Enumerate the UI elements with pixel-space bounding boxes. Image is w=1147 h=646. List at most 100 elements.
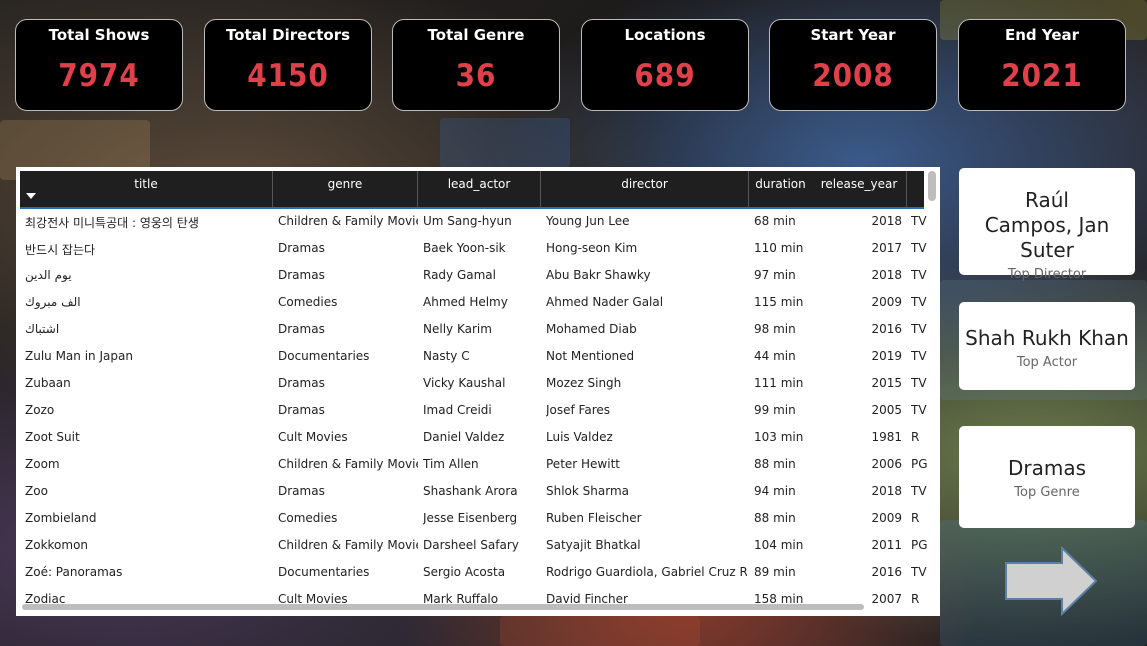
table-row[interactable]: Zozo Dramas Imad Creidi Josef Fares 99 min 20…: [20, 397, 927, 424]
table-row[interactable]: Zoom Children & Family Movies Tim Allen Pet…: [20, 451, 928, 478]
cell-release-year: 2007: [871, 592, 902, 606]
cell-lead-actor: Shashank Arora: [423, 484, 518, 498]
cell-lead-actor: Sergio Acosta: [423, 565, 506, 579]
cell-duration: 68 min: [754, 214, 796, 228]
cell-director: Mohamed Diab: [546, 322, 637, 336]
top-actor-card: Shah Rukh Khan Top Actor: [959, 302, 1135, 390]
cell-lead-actor: Um Sang-hyun: [423, 214, 512, 228]
table-header: title genre lead_actor director duration…: [20, 171, 924, 209]
cell-duration: 89 min: [754, 565, 796, 579]
table-body: 최강전사 미니특공대 : 영웅의 탄생 Children & Family Mov…: [20, 208, 928, 613]
cell-lead-actor: Jesse Eisenberg: [423, 511, 518, 525]
background-poster: [440, 118, 570, 168]
cell-lead-actor: Baek Yoon-sik: [423, 241, 506, 255]
cell-genre: Comedies: [278, 511, 338, 525]
cell-duration: 115 min: [754, 295, 804, 309]
kpi-label: End Year: [1004, 26, 1080, 44]
cell-genre: Documentaries: [278, 565, 370, 579]
cell-title: 최강전사 미니특공대 : 영웅의 탄생: [25, 216, 199, 230]
cell-title: يوم الدين: [25, 268, 72, 282]
table-row[interactable]: Zubaan Dramas Vicky Kaushal Mozez Singh 111 …: [20, 370, 927, 397]
cell-genre: Dramas: [278, 484, 325, 498]
kpi-label: Start Year: [810, 26, 896, 44]
table-row[interactable]: Zoot Suit Cult Movies Daniel Valdez Luis Va…: [20, 424, 924, 451]
cell-lead-actor: Ahmed Helmy: [423, 295, 508, 309]
cell-release-year: 2009: [871, 511, 902, 525]
column-header-release-year[interactable]: release_year: [812, 171, 907, 207]
cell-title: Zombieland: [25, 511, 97, 525]
kpi-total-genre: Total Genre 36: [392, 19, 560, 111]
column-header-label: title: [134, 177, 158, 191]
cell-lead-actor: Imad Creidi: [423, 403, 492, 417]
kpi-value: 2008: [812, 58, 894, 94]
cell-release-year: 2018: [871, 484, 902, 498]
sort-descending-icon[interactable]: [26, 193, 36, 199]
column-header-title[interactable]: title: [20, 171, 273, 207]
table-row[interactable]: Zulu Man in Japan Documentaries Nasty C Not…: [20, 343, 927, 370]
table-row[interactable]: اشتباك Dramas Nelly Karim Mohamed Diab 98 mi…: [20, 316, 927, 343]
table-row[interactable]: يوم الدين Dramas Rady Gamal Abu Bakr Shawky…: [20, 262, 927, 289]
shows-table: title genre lead_actor director duration…: [16, 167, 940, 616]
top-genre-value: Dramas: [1007, 456, 1087, 480]
cell-genre: Comedies: [278, 295, 338, 309]
cell-duration: 97 min: [754, 268, 796, 282]
kpi-label: Total Shows: [48, 26, 150, 44]
cell-title: 반드시 잡는다: [25, 243, 96, 257]
column-header-lead-actor[interactable]: lead_actor: [418, 171, 541, 207]
cell-title: Zoé: Panoramas: [25, 565, 123, 579]
cell-genre: Dramas: [278, 268, 325, 282]
cell-rating: R: [911, 511, 920, 525]
table-row[interactable]: Zokkomon Children & Family Movies Darsheel…: [20, 532, 928, 559]
cell-title: Zozo: [25, 403, 55, 417]
cell-duration: 111 min: [754, 376, 804, 390]
kpi-start-year: Start Year 2008: [769, 19, 937, 111]
column-header-director[interactable]: director: [541, 171, 749, 207]
vertical-scrollbar[interactable]: [928, 171, 936, 201]
kpi-value: 36: [455, 58, 497, 94]
cell-lead-actor: Darsheel Safary: [423, 538, 519, 552]
column-header-duration[interactable]: duration: [749, 171, 812, 207]
cell-title: Zokkomon: [25, 538, 89, 552]
cell-director: Mozez Singh: [546, 376, 622, 390]
cell-duration: 110 min: [754, 241, 804, 255]
cell-rating: TV: [911, 322, 927, 336]
cell-duration: 98 min: [754, 322, 796, 336]
kpi-value: 689: [634, 58, 696, 94]
table-row[interactable]: Zoé: Panoramas Documentaries Sergio Acosta…: [20, 559, 927, 586]
cell-duration: 104 min: [754, 538, 804, 552]
cell-genre: Documentaries: [278, 349, 370, 363]
kpi-value: 7974: [58, 58, 140, 94]
kpi-locations: Locations 689: [581, 19, 749, 111]
column-header-label: duration: [755, 177, 806, 191]
cell-director: Ahmed Nader Galal: [546, 295, 664, 309]
kpi-label: Total Directors: [225, 26, 351, 44]
cell-lead-actor: Rady Gamal: [423, 268, 496, 282]
table-row[interactable]: 최강전사 미니특공대 : 영웅의 탄생 Children & Family Mov…: [20, 208, 927, 235]
cell-rating: R: [911, 592, 920, 606]
top-actor-value: Shah Rukh Khan: [965, 326, 1129, 350]
cell-rating: TV: [911, 484, 927, 498]
cell-release-year: 2006: [871, 457, 902, 471]
cell-director: Rodrigo Guardiola, Gabriel Cruz Rivas: [546, 565, 747, 579]
arrow-right-icon[interactable]: [1004, 546, 1098, 616]
table-row[interactable]: الف مبروك Comedies Ahmed Helmy Ahmed Nader …: [20, 289, 927, 316]
cell-release-year: 2019: [871, 349, 902, 363]
cell-title: الف مبروك: [25, 295, 81, 309]
cell-rating: TV: [911, 268, 927, 282]
horizontal-scrollbar[interactable]: [22, 604, 864, 610]
column-header-genre[interactable]: genre: [273, 171, 418, 207]
cell-lead-actor: Vicky Kaushal: [423, 376, 506, 390]
cell-duration: 44 min: [754, 349, 796, 363]
table-row[interactable]: Zoo Dramas Shashank Arora Shlok Sharma 94 mi…: [20, 478, 927, 505]
cell-duration: 94 min: [754, 484, 796, 498]
cell-lead-actor: Nasty C: [423, 349, 470, 363]
table-row[interactable]: Zombieland Comedies Jesse Eisenberg Ruben F…: [20, 505, 924, 532]
cell-lead-actor: Daniel Valdez: [423, 430, 505, 444]
cell-duration: 88 min: [754, 457, 796, 471]
cell-genre: Cult Movies: [278, 430, 348, 444]
kpi-label: Total Genre: [427, 26, 525, 44]
cell-title: Zoo: [25, 484, 48, 498]
table-row[interactable]: 반드시 잡는다 Dramas Baek Yoon-sik Hong-seon Kim 1…: [20, 235, 927, 262]
kpi-end-year: End Year 2021: [958, 19, 1126, 111]
top-genre-card: Dramas Top Genre: [959, 426, 1135, 528]
